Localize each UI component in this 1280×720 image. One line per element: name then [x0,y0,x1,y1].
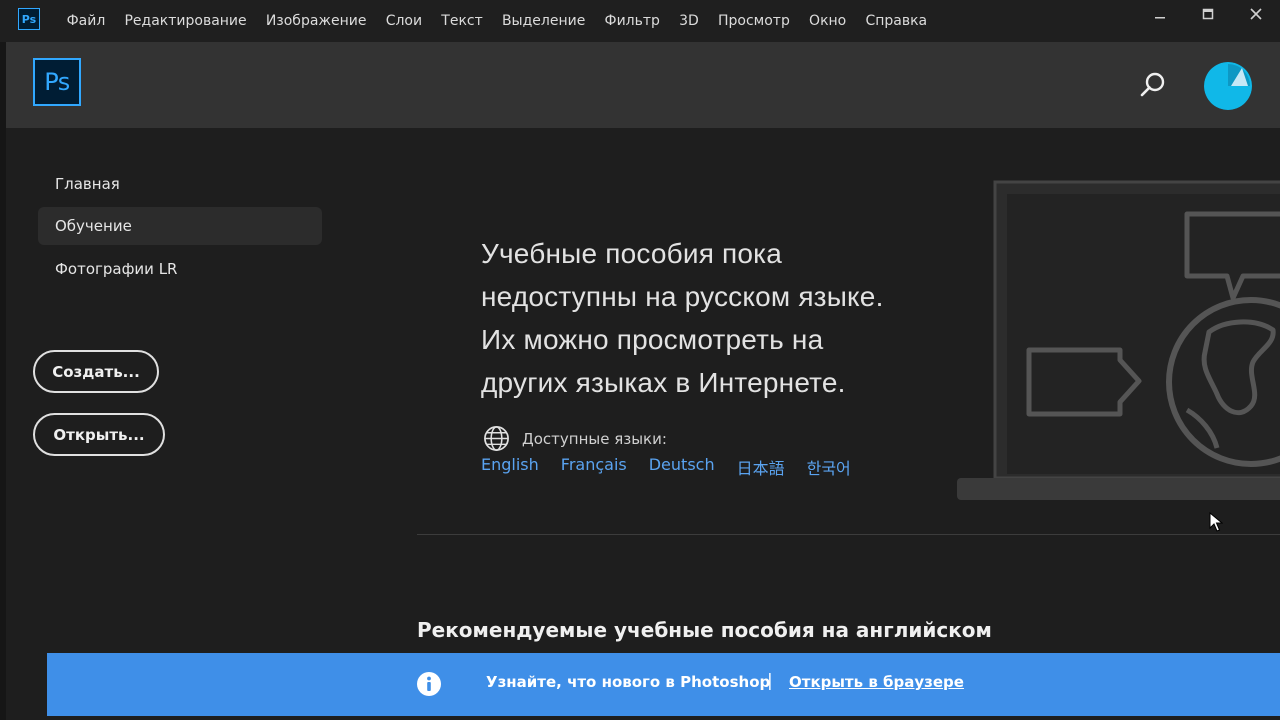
whats-new-banner: Узнайте, что нового в Photoshop | Открыт… [47,653,1280,716]
menu-items: Файл Редактирование Изображение Слои Тек… [57,0,937,42]
sidebar-item-home[interactable]: Главная [38,165,322,203]
window-controls [1136,0,1280,30]
maximize-icon [1202,8,1214,20]
sidebar-item-lr-photos[interactable]: Фотографии LR [38,250,322,288]
headline-line: Учебные пособия пока [481,238,783,269]
open-in-browser-link[interactable]: Открыть в браузере [789,673,964,691]
maximize-button[interactable] [1184,0,1232,28]
banner-separator: | [767,671,773,691]
laptop-globe-illustration [957,180,1280,500]
sidebar-item-learn[interactable]: Обучение [38,207,322,245]
unavailable-message: Учебные пособия пока недоступны на русск… [481,232,1001,404]
available-languages: Доступные языки: [483,425,667,452]
menu-select[interactable]: Выделение [492,0,595,42]
photoshop-logo[interactable]: Ps [33,58,81,106]
create-button[interactable]: Создать... [33,350,159,393]
menu-3d[interactable]: 3D [670,0,709,42]
home-header: Ps [6,42,1280,128]
search-icon [1140,72,1165,97]
language-link-japanese[interactable]: 日本語 [737,455,785,479]
user-avatar-icon [1204,62,1252,110]
avatar[interactable] [1204,62,1252,110]
photoshop-app-icon[interactable]: Ps [18,8,40,30]
close-icon [1250,8,1262,20]
language-link-french[interactable]: Français [561,455,627,479]
banner-text: Узнайте, что нового в Photoshop [486,673,771,691]
menu-type[interactable]: Текст [432,0,493,42]
minimize-icon [1155,17,1165,19]
menu-layers[interactable]: Слои [376,0,432,42]
minimize-button[interactable] [1136,0,1184,28]
language-link-english[interactable]: English [481,455,539,479]
menu-view[interactable]: Просмотр [708,0,799,42]
menu-help[interactable]: Справка [856,0,937,42]
menu-file[interactable]: Файл [57,0,115,42]
recommended-tutorials-title: Рекомендуемые учебные пособия на английс… [417,618,992,642]
menu-bar: Ps Файл Редактирование Изображение Слои … [0,0,1280,42]
menu-image[interactable]: Изображение [256,0,376,42]
language-links: English Français Deutsch 日本語 한국어 [481,455,873,479]
menu-window[interactable]: Окно [799,0,855,42]
menu-edit[interactable]: Редактирование [115,0,256,42]
info-icon [417,672,441,696]
search-button[interactable] [1138,70,1168,100]
language-link-korean[interactable]: 한국어 [807,455,851,479]
headline-line: других языках в Интернете. [481,367,846,398]
open-button[interactable]: Открыть... [33,413,165,456]
section-divider [417,534,1280,535]
headline-line: Их можно просмотреть на [481,324,824,355]
language-link-german[interactable]: Deutsch [649,455,715,479]
headline-line: недоступны на русском языке. [481,281,884,312]
languages-label: Доступные языки: [522,429,667,448]
mouse-cursor-icon [1209,512,1223,532]
menu-filter[interactable]: Фильтр [595,0,670,42]
close-button[interactable] [1232,0,1280,28]
globe-icon [484,426,509,451]
